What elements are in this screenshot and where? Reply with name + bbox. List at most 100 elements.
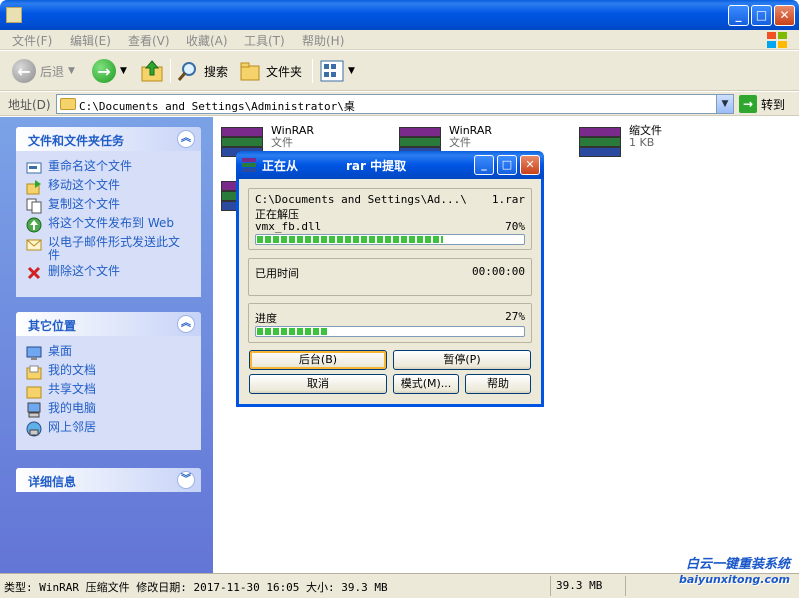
copy-icon — [26, 198, 42, 214]
menu-favorites[interactable]: 收藏(A) — [186, 32, 228, 49]
maximize-button[interactable]: □ — [751, 5, 772, 26]
move-icon — [26, 180, 41, 195]
background-button[interactable]: 后台(B) — [249, 350, 387, 370]
dialog-title: 正在从 rar 中提取 — [262, 159, 407, 173]
winrar-icon — [242, 158, 256, 172]
menu-edit[interactable]: 编辑(E) — [70, 32, 111, 49]
elapsed-time: 00:00:00 — [472, 265, 525, 278]
details-header[interactable]: 详细信息 ︾ — [16, 468, 201, 492]
cancel-button[interactable]: 取消 — [249, 374, 387, 394]
views-icon — [320, 60, 344, 82]
dropdown-arrow-icon: ▼ — [68, 66, 75, 76]
pause-button[interactable]: 暂停(P) — [393, 350, 531, 370]
file-progress-group: C:\Documents and Settings\Ad...\ 1.rar 正… — [248, 188, 532, 250]
task-delete[interactable]: 删除这个文件 — [26, 265, 191, 281]
dialog-title-bar[interactable]: 正在从 rar 中提取 _ □ ✕ — [236, 151, 544, 179]
task-pane: 文件和文件夹任务 ︽ 重命名这个文件 移动这个文件 复制这个文件 将这个文件发布… — [0, 117, 213, 573]
menu-bar: 文件(F) 编辑(E) 查看(V) 收藏(A) 工具(T) 帮助(H) — [0, 30, 799, 50]
other-places-header[interactable]: 其它位置 ︽ — [16, 312, 201, 336]
place-shared-documents[interactable]: 共享文档 — [26, 383, 191, 399]
address-input[interactable]: C:\Documents and Settings\Administrator\… — [56, 94, 734, 114]
archive-path: C:\Documents and Settings\Ad...\ — [255, 193, 467, 206]
menu-help[interactable]: 帮助(H) — [302, 32, 344, 49]
place-my-computer[interactable]: 我的电脑 — [26, 402, 191, 418]
forward-button[interactable]: → ▼ — [92, 57, 127, 85]
email-icon — [26, 239, 42, 251]
menu-tools[interactable]: 工具(T) — [244, 32, 285, 49]
dialog-maximize-button[interactable]: □ — [497, 155, 517, 175]
desktop-icon — [26, 346, 42, 360]
up-folder-button[interactable] — [140, 57, 164, 85]
other-places-panel: 其它位置 ︽ 桌面 我的文档 共享文档 我的电脑 网上邻居 — [16, 312, 201, 450]
file-progress-fill — [257, 236, 444, 243]
winrar-archive-icon — [577, 125, 623, 161]
status-size: 39.3 MB — [556, 579, 603, 592]
place-desktop[interactable]: 桌面 — [26, 345, 191, 361]
expand-icon[interactable]: ︾ — [177, 471, 195, 489]
folder-icon — [6, 7, 22, 23]
delete-icon — [27, 266, 41, 280]
help-button[interactable]: 帮助 — [465, 374, 531, 394]
archive-name: 1.rar — [491, 193, 525, 206]
windows-logo-icon — [767, 32, 787, 48]
watermark: 白云一键重装系统 baiyunxitong.com — [678, 557, 790, 586]
file-tasks-header[interactable]: 文件和文件夹任务 ︽ — [16, 127, 201, 151]
back-button[interactable]: ← 后退 ▼ — [12, 57, 75, 85]
file-tasks-panel: 文件和文件夹任务 ︽ 重命名这个文件 移动这个文件 复制这个文件 将这个文件发布… — [16, 127, 201, 297]
up-folder-icon — [141, 60, 163, 82]
task-copy[interactable]: 复制这个文件 — [26, 198, 191, 214]
search-icon — [177, 62, 196, 81]
dialog-close-button[interactable]: ✕ — [520, 155, 540, 175]
address-label: 地址(D) — [8, 98, 51, 112]
toolbar: ← 后退 ▼ → ▼ 搜索 文件夹 ▼ — [0, 51, 799, 91]
menu-view[interactable]: 查看(V) — [128, 32, 170, 49]
details-panel: 详细信息 ︾ — [16, 468, 201, 492]
extract-dialog: 正在从 rar 中提取 _ □ ✕ C:\Documents and Settin… — [236, 151, 544, 407]
elapsed-label: 已用时间 — [255, 267, 299, 280]
status-text: 类型: WinRAR 压缩文件 修改日期: 2017-11-30 16:05 大… — [4, 581, 388, 594]
task-move[interactable]: 移动这个文件 — [26, 179, 191, 195]
address-path: C:\Documents and Settings\Administrator\… — [79, 100, 355, 113]
my-documents-icon — [26, 365, 42, 380]
task-publish-web[interactable]: 将这个文件发布到 Web — [26, 217, 191, 233]
total-progress-group: 进度 27% — [248, 303, 532, 343]
task-rename[interactable]: 重命名这个文件 — [26, 160, 191, 176]
minimize-button[interactable]: _ — [728, 5, 749, 26]
address-dropdown-button[interactable]: ▼ — [716, 95, 733, 113]
collapse-icon[interactable]: ︽ — [177, 130, 195, 148]
folders-button[interactable]: 文件夹 — [238, 57, 302, 85]
collapse-icon[interactable]: ︽ — [177, 315, 195, 333]
rename-icon — [26, 162, 42, 174]
total-percent: 27% — [505, 310, 525, 323]
folder-icon — [60, 98, 76, 110]
forward-arrow-icon: → — [92, 59, 116, 83]
network-icon — [26, 421, 42, 437]
mode-button[interactable]: 模式(M)... — [393, 374, 459, 394]
my-computer-icon — [27, 402, 41, 418]
go-button[interactable]: → 转到 — [739, 95, 785, 113]
search-button[interactable]: 搜索 — [176, 57, 228, 85]
back-arrow-icon: ← — [12, 59, 36, 83]
file-item[interactable]: 缩文件 1 KB — [577, 125, 662, 161]
total-progress-bar — [255, 326, 525, 337]
dropdown-arrow-icon: ▼ — [348, 66, 355, 76]
shared-documents-icon — [26, 386, 42, 399]
window-title-bar[interactable]: _ □ ✕ — [0, 0, 799, 30]
folders-icon — [240, 62, 260, 81]
go-arrow-icon: → — [739, 95, 757, 113]
menu-file[interactable]: 文件(F) — [12, 32, 52, 49]
place-network[interactable]: 网上邻居 — [26, 421, 191, 437]
views-button[interactable]: ▼ — [320, 57, 355, 85]
publish-web-icon — [26, 217, 42, 233]
dialog-minimize-button[interactable]: _ — [474, 155, 494, 175]
file-percent: 70% — [505, 220, 525, 233]
close-button[interactable]: ✕ — [774, 5, 795, 26]
file-progress-bar — [255, 234, 525, 245]
total-progress-fill — [257, 328, 329, 335]
address-bar: 地址(D) C:\Documents and Settings\Administ… — [0, 92, 799, 116]
place-my-documents[interactable]: 我的文档 — [26, 364, 191, 380]
progress-label: 进度 — [255, 312, 277, 325]
task-email[interactable]: 以电子邮件形式发送此文件 — [26, 236, 191, 262]
current-file: vmx_fb.dll — [255, 220, 322, 233]
elapsed-group: 已用时间 00:00:00 — [248, 258, 532, 296]
